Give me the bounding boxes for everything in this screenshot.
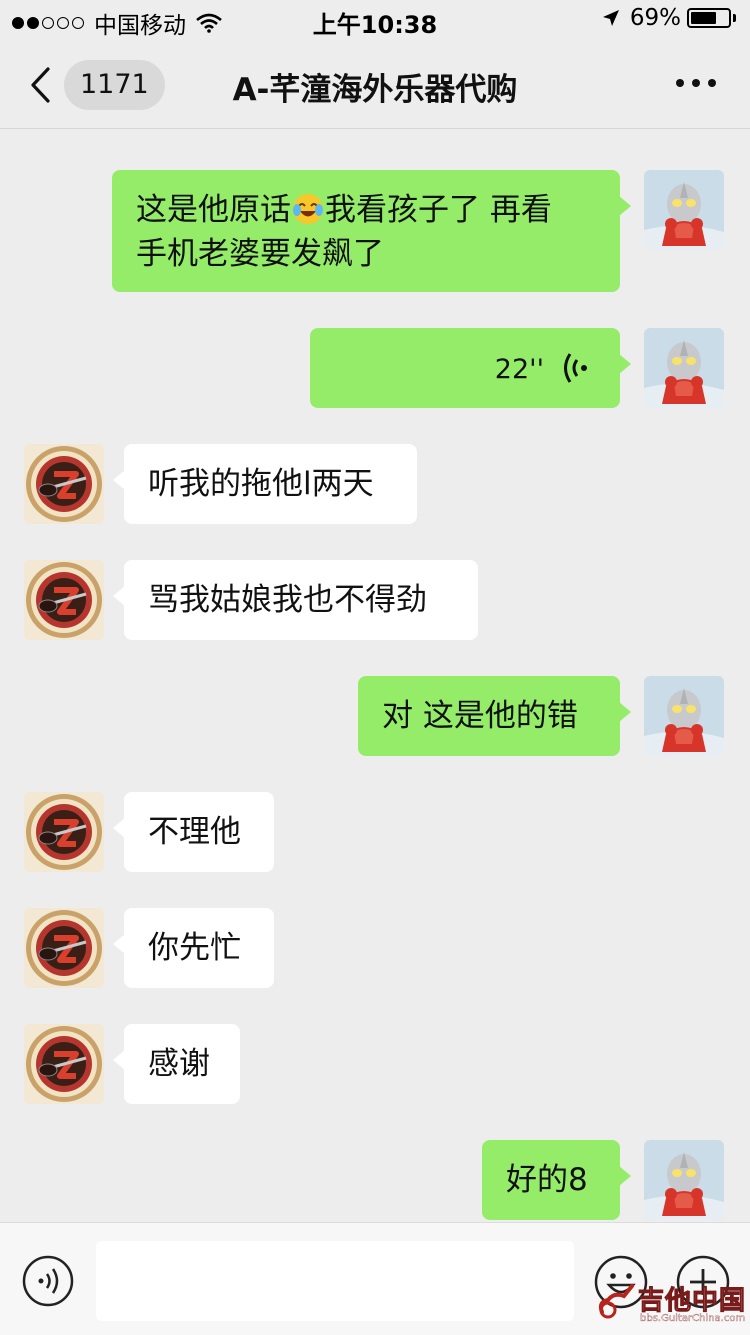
message-text: 感谢 — [148, 1046, 210, 1082]
message-bubble[interactable]: 不理他 — [113, 792, 274, 872]
voice-message-bubble[interactable]: 22'' — [310, 328, 631, 408]
chat-title: A-芊潼海外乐器代购 — [232, 72, 518, 108]
status-bar: 中国移动 上午10:38 69% — [0, 0, 750, 40]
message-bubble[interactable]: 你先忙 — [113, 908, 274, 988]
message-text: 手机老婆要发飙了 — [136, 236, 384, 272]
watermark-title: 吉他中国 — [638, 1286, 747, 1317]
more-options-button[interactable] — [676, 68, 716, 98]
my-avatar[interactable] — [644, 1140, 724, 1220]
guitar-watermark-logo-icon — [598, 1284, 634, 1319]
voice-duration: 22'' — [494, 354, 544, 385]
contact-avatar[interactable] — [24, 1024, 104, 1104]
voice-wave-icon — [564, 353, 587, 383]
message-text: 好的8 — [506, 1162, 588, 1198]
message-text: 骂我姑娘我也不得劲 — [148, 582, 427, 618]
message-bubble[interactable]: 好的8 — [482, 1140, 631, 1220]
site-watermark: 吉他中国 bbs.GuitarChina.com — [596, 1280, 746, 1328]
dot-icon — [708, 79, 716, 87]
my-avatar[interactable] — [644, 676, 724, 756]
contact-avatar[interactable] — [24, 560, 104, 640]
message-text-input[interactable] — [96, 1241, 574, 1321]
contact-avatar[interactable] — [24, 792, 104, 872]
my-avatar[interactable] — [644, 328, 724, 408]
chat-nav-bar: 1171 A-芊潼海外乐器代购 — [0, 40, 750, 129]
message-text: 听我的拖他l两天 — [148, 466, 374, 502]
message-bubble[interactable]: 听我的拖他l两天 — [113, 444, 417, 524]
battery-percent: 69% — [629, 5, 681, 31]
dot-icon — [692, 79, 700, 87]
message-bubble[interactable]: 感谢 — [113, 1024, 240, 1104]
message-bubble[interactable]: 对 这是他的错 — [358, 676, 631, 756]
location-arrow-icon — [602, 10, 619, 26]
dot-icon — [676, 79, 684, 87]
battery-icon — [687, 8, 731, 28]
message-text: 这是他原话 — [136, 192, 291, 228]
voice-input-toggle-icon[interactable] — [22, 1255, 74, 1307]
laughing-crying-emoji-icon — [293, 194, 323, 224]
my-avatar[interactable] — [644, 170, 724, 250]
message-text: 我看孩子了 再看 — [325, 192, 552, 228]
message-bubble[interactable]: 这是他原话 我看孩子了 再看 手机老婆要发飙了 — [112, 170, 631, 292]
message-text: 不理他 — [148, 814, 241, 850]
status-right: 69% — [602, 5, 736, 31]
message-text: 对 这是他的错 — [382, 698, 578, 734]
message-bubble[interactable]: 骂我姑娘我也不得劲 — [113, 560, 478, 640]
contact-avatar[interactable] — [24, 908, 104, 988]
message-text: 你先忙 — [148, 930, 241, 966]
watermark-subtitle: bbs.GuitarChina.com — [640, 1313, 746, 1324]
contact-avatar[interactable] — [24, 444, 104, 524]
